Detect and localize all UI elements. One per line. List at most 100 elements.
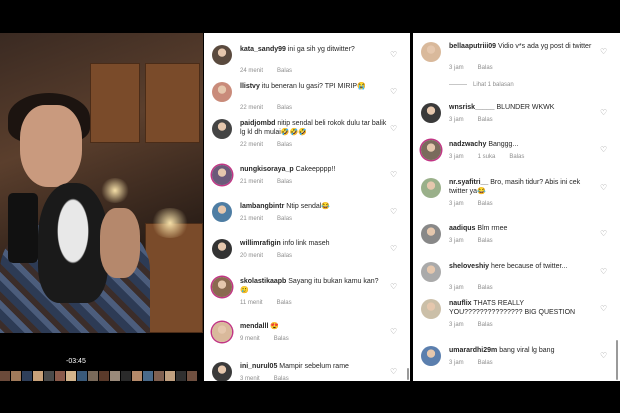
- avatar[interactable]: [212, 119, 232, 139]
- comment-username[interactable]: lambangbintr: [240, 203, 284, 210]
- comment-time: 24 menit: [240, 68, 264, 74]
- avatar[interactable]: [212, 277, 232, 297]
- comment-time: 21 menit: [240, 216, 264, 222]
- avatar[interactable]: [421, 42, 441, 62]
- heart-icon[interactable]: ♡: [600, 352, 608, 360]
- comment-username[interactable]: bellaaputriii09: [449, 43, 496, 50]
- heart-icon[interactable]: ♡: [390, 171, 398, 179]
- comment-username[interactable]: wnsrisk_____: [449, 104, 495, 111]
- reply-button[interactable]: Balas: [277, 216, 292, 222]
- reply-button[interactable]: Balas: [274, 336, 289, 342]
- scrollbar-left[interactable]: [407, 368, 409, 380]
- comment-username[interactable]: nauflix: [449, 300, 472, 307]
- avatar[interactable]: [212, 45, 232, 65]
- reply-button[interactable]: Balas: [277, 68, 292, 74]
- heart-icon[interactable]: ♡: [600, 268, 608, 276]
- reply-button[interactable]: Balas: [274, 376, 289, 381]
- comment-text: nadzwachy Banggg...: [449, 140, 598, 149]
- comment-body: BLUNDER WKWK: [496, 104, 555, 111]
- comment-body: Blm rmee: [477, 225, 508, 232]
- heart-icon[interactable]: ♡: [390, 245, 398, 253]
- comment-username[interactable]: ini_nurul05: [240, 363, 277, 370]
- avatar[interactable]: [212, 322, 232, 342]
- comment-username[interactable]: nadzwachy: [449, 141, 486, 148]
- reply-button[interactable]: Balas: [478, 360, 493, 366]
- comment-text: wnsrisk_____ BLUNDER WKWK: [449, 103, 598, 112]
- comment-username[interactable]: aadiqus: [449, 225, 475, 232]
- heart-icon[interactable]: ♡: [600, 146, 608, 154]
- reply-button[interactable]: Balas: [478, 322, 493, 328]
- viewer-thumbnail: [77, 371, 87, 381]
- avatar[interactable]: [421, 262, 441, 282]
- viewer-thumbnail: [110, 371, 120, 381]
- avatar[interactable]: [212, 362, 232, 381]
- comment-likes[interactable]: 1 suka: [478, 154, 496, 160]
- comment-username[interactable]: umarardhi29m: [449, 347, 497, 354]
- avatar[interactable]: [421, 346, 441, 366]
- reply-button[interactable]: Balas: [478, 285, 493, 291]
- avatar[interactable]: [421, 178, 441, 198]
- heart-icon[interactable]: ♡: [390, 368, 398, 376]
- comment-meta: 3 jam Balas: [449, 65, 507, 71]
- heart-icon[interactable]: ♡: [600, 109, 608, 117]
- comment-meta: 3 menit Balas: [240, 376, 303, 381]
- comment-text: mendalll 😍: [240, 322, 388, 331]
- avatar[interactable]: [421, 224, 441, 244]
- comment-body: Banggg...: [488, 141, 519, 148]
- comment-meta: 22 menit Balas: [240, 105, 306, 111]
- heart-icon[interactable]: ♡: [600, 305, 608, 313]
- comment-time: 20 menit: [240, 253, 264, 259]
- person-hand: [100, 208, 140, 278]
- view-replies-link[interactable]: Lihat 1 balasan: [449, 82, 514, 88]
- reply-button[interactable]: Balas: [478, 238, 493, 244]
- heart-icon[interactable]: ♡: [600, 184, 608, 192]
- heart-icon[interactable]: ♡: [600, 48, 608, 56]
- comment-username[interactable]: nungkisoraya_p: [240, 166, 294, 173]
- reply-button[interactable]: Balas: [478, 65, 493, 71]
- comment-username[interactable]: nr.syafitri__: [449, 179, 488, 186]
- heart-icon[interactable]: ♡: [390, 283, 398, 291]
- scrollbar-right[interactable]: [616, 340, 618, 380]
- avatar[interactable]: [421, 299, 441, 319]
- comments-panel-left[interactable]: kata_sandy99 ini ga sih yg ditwitter? 24 …: [204, 33, 410, 381]
- reply-button[interactable]: Balas: [277, 300, 292, 306]
- heart-icon[interactable]: ♡: [390, 125, 398, 133]
- reply-button[interactable]: Balas: [509, 154, 524, 160]
- reply-button[interactable]: Balas: [478, 201, 493, 207]
- avatar[interactable]: [212, 239, 232, 259]
- avatar[interactable]: [212, 202, 232, 222]
- comment-username[interactable]: sheloveshiy: [449, 263, 489, 270]
- comment-username[interactable]: llistvy: [240, 83, 260, 90]
- comment-body: Cakeepppp!!: [295, 166, 336, 173]
- avatar[interactable]: [421, 140, 441, 160]
- video-frame[interactable]: [0, 33, 203, 333]
- avatar[interactable]: [421, 103, 441, 123]
- comments-panel-right[interactable]: bellaaputriii09 Vidio v*s ada yg post di…: [413, 33, 620, 381]
- reply-button[interactable]: Balas: [277, 179, 292, 185]
- comment-body: Ntip sendal😂: [286, 203, 331, 210]
- comment-username[interactable]: mendalll: [240, 323, 268, 330]
- avatar[interactable]: [212, 165, 232, 185]
- comment-text: bellaaputriii09 Vidio v*s ada yg post di…: [449, 42, 598, 51]
- reply-button[interactable]: Balas: [277, 253, 292, 259]
- reply-button[interactable]: Balas: [277, 105, 292, 111]
- cabinet: [145, 63, 200, 143]
- heart-icon[interactable]: ♡: [600, 230, 608, 238]
- avatar[interactable]: [212, 82, 232, 102]
- heart-icon[interactable]: ♡: [390, 328, 398, 336]
- comment-text: skolastikaapb Sayang itu bukan kamu kan?…: [240, 277, 388, 295]
- comment-username[interactable]: paidjombd: [240, 120, 275, 127]
- reply-button[interactable]: Balas: [277, 142, 292, 148]
- comment-meta: 3 jam Balas: [449, 201, 507, 207]
- comment-body: itu beneran lu gasi? TPI MIRIP😭: [261, 83, 366, 90]
- comment-username[interactable]: skolastikaapb: [240, 278, 286, 285]
- comment-text: nr.syafitri__ Bro, masih tidur? Abis ini…: [449, 178, 598, 196]
- heart-icon[interactable]: ♡: [390, 208, 398, 216]
- comment-time: 3 jam: [449, 322, 464, 328]
- comment-time: 3 jam: [449, 285, 464, 291]
- comment-username[interactable]: willimrafigin: [240, 240, 281, 247]
- reply-button[interactable]: Balas: [478, 117, 493, 123]
- heart-icon[interactable]: ♡: [390, 51, 398, 59]
- comment-username[interactable]: kata_sandy99: [240, 46, 286, 53]
- heart-icon[interactable]: ♡: [390, 88, 398, 96]
